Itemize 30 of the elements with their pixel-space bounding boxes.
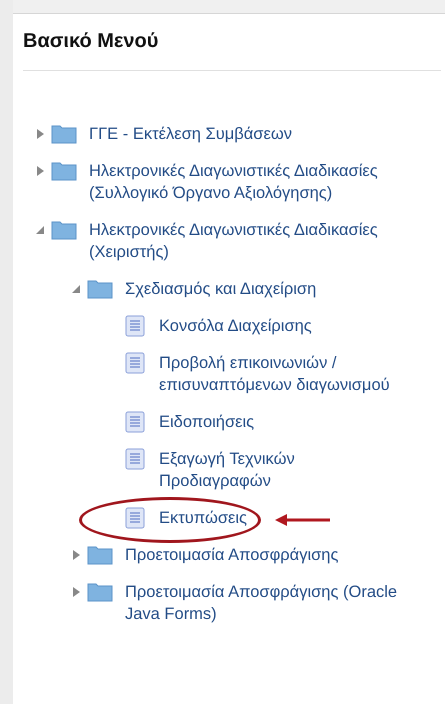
folder-link[interactable]: Σχεδιασμός και Διαχείριση (125, 278, 316, 300)
folder-icon (51, 220, 77, 240)
document-icon (125, 411, 145, 433)
folder-link[interactable]: Ηλεκτρονικές Διαγωνιστικές Διαδικασίες (Χειριστής) (89, 219, 411, 263)
expanded-triangle-icon[interactable] (35, 225, 45, 235)
collapsed-triangle-icon[interactable] (35, 128, 45, 140)
folder-link[interactable]: ΓΓΕ - Εκτέλεση Συμβάσεων (89, 123, 292, 145)
collapsed-triangle-icon[interactable] (35, 165, 45, 177)
page-link[interactable]: Προβολή επικοινωνιών / επισυναπτόμενων διαγωνισμού (159, 352, 407, 396)
pointer-arrow-icon (275, 514, 331, 526)
page-link[interactable]: Εξαγωγή Τεχνικών Προδιαγραφών (159, 448, 407, 492)
page-link[interactable]: Κονσόλα Διαχείρισης (159, 315, 312, 337)
folder-icon (51, 124, 77, 144)
folder-icon (87, 279, 113, 299)
collapsed-triangle-icon[interactable] (71, 549, 81, 561)
panel-title: Βασικό Μενού (23, 29, 160, 54)
folder-icon (87, 545, 113, 565)
collapsed-triangle-icon[interactable] (71, 586, 81, 598)
folder-link[interactable]: Ηλεκτρονικές Διαγωνιστικές Διαδικασίες (Συλλογικό Όργανο Αξιολόγησης) (89, 160, 411, 204)
folder-icon (87, 582, 113, 602)
folder-link[interactable]: Προετοιμασία Αποσφράγισης (125, 544, 338, 566)
page-link[interactable]: Εκτυπώσεις (159, 507, 247, 529)
document-icon (125, 352, 145, 374)
folder-link[interactable]: Προετοιμασία Αποσφράγισης (Oracle Java Forms) (125, 581, 415, 625)
document-icon (125, 507, 145, 529)
page-link[interactable]: Ειδοποιήσεις (159, 411, 254, 433)
folder-icon (51, 161, 77, 181)
document-icon (125, 448, 145, 470)
document-icon (125, 315, 145, 337)
expanded-triangle-icon[interactable] (71, 284, 81, 294)
